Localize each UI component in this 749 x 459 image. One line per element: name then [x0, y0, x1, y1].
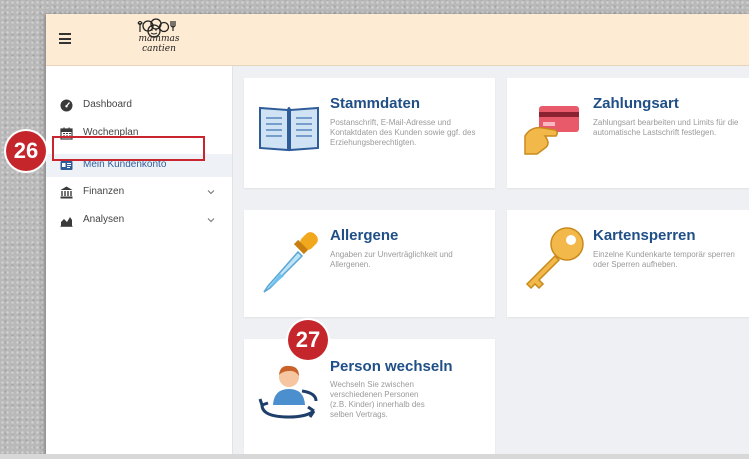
sidebar-item-label: Wochenplan: [83, 127, 139, 138]
logo-text-line2: cantien: [142, 44, 176, 54]
chevron-down-icon[interactable]: [206, 215, 216, 225]
card-description: Angaben zur Unverträglichkeit und Allerg…: [330, 250, 453, 269]
card-title: Allergene: [330, 227, 399, 244]
sidebar-item-mein-kundenkonto[interactable]: Mein Kundenkonto: [46, 154, 232, 177]
sidebar-item-finanzen[interactable]: Finanzen: [46, 181, 232, 204]
main-content: Stammdaten Postanschrift, E-Mail-Adresse…: [233, 66, 749, 459]
sidebar-item-dashboard[interactable]: Dashboard: [46, 94, 232, 117]
top-bar: mammas cantien: [46, 14, 749, 66]
menu-toggle-icon[interactable]: [59, 33, 71, 44]
logo-text-line1: mammas: [138, 34, 180, 44]
app-window: mammas cantien Dashboard Wochenplan Mein…: [46, 14, 749, 459]
pipette-icon: [263, 232, 318, 293]
card-title: Zahlungsart: [593, 95, 679, 112]
annotation-marker-27: 27: [288, 320, 328, 360]
card-description: Wechseln Sie zwischen verschiedenen Pers…: [330, 380, 425, 419]
card-description: Einzelne Kundenkarte temporär sperren od…: [593, 250, 735, 269]
key-icon: [525, 227, 584, 290]
credit-card-icon: [524, 106, 579, 155]
card-title: Person wechseln: [330, 358, 453, 375]
card-description: Zahlungsart bearbeiten und Limits für di…: [593, 118, 739, 137]
sidebar-item-label: Mein Kundenkonto: [83, 159, 167, 170]
card-allergene[interactable]: Allergene Angaben zur Unverträglichkeit …: [244, 210, 495, 317]
card-person-wechseln[interactable]: Person wechseln Wechseln Sie zwischen ve…: [244, 339, 495, 459]
sidebar-item-analysen[interactable]: Analysen: [46, 209, 232, 232]
sidebar-item-label: Finanzen: [83, 186, 125, 197]
sidebar-item-label: Analysen: [83, 214, 125, 225]
person-switch-icon: [258, 365, 318, 419]
id-card-icon: [60, 161, 73, 170]
card-stammdaten[interactable]: Stammdaten Postanschrift, E-Mail-Adresse…: [244, 78, 495, 188]
chevron-down-icon[interactable]: [206, 187, 216, 197]
annotation-marker-26: 26: [6, 131, 46, 171]
dashboard-icon: [60, 99, 73, 112]
bank-icon: [60, 186, 73, 199]
book-icon: [259, 106, 319, 152]
card-description: Postanschrift, E-Mail-Adresse und Kontak…: [330, 118, 476, 147]
sidebar-item-wochenplan[interactable]: Wochenplan: [46, 122, 232, 145]
card-kartensperren[interactable]: Kartensperren Einzelne Kundenkarte tempo…: [507, 210, 749, 317]
brand-logo[interactable]: mammas cantien: [126, 18, 204, 62]
bottom-edge: [0, 454, 749, 459]
calendar-icon: [60, 127, 73, 140]
logo-text: mammas cantien: [126, 34, 192, 54]
sidebar-item-label: Dashboard: [83, 99, 132, 110]
sidebar: Dashboard Wochenplan Mein Kundenkonto Fi…: [46, 66, 233, 459]
area-chart-icon: [60, 217, 73, 227]
card-title: Stammdaten: [330, 95, 421, 112]
card-zahlungsart[interactable]: Zahlungsart Zahlungsart bearbeiten und L…: [507, 78, 749, 188]
card-title: Kartensperren: [593, 227, 696, 244]
